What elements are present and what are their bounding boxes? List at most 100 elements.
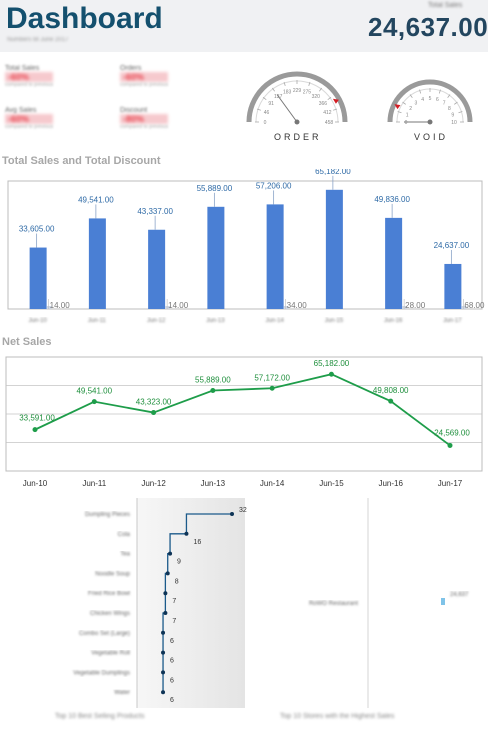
discount-value-label: 34.00 bbox=[287, 301, 308, 310]
products-point bbox=[161, 670, 166, 675]
products-value-label: 9 bbox=[177, 559, 181, 566]
gauge-tick-label: 10 bbox=[451, 120, 457, 126]
x-tick-label: Jun-13 bbox=[206, 318, 225, 324]
x-tick-label: Jun-14 bbox=[265, 318, 284, 324]
products-value-label: 7 bbox=[172, 598, 176, 605]
sales-value-label: 49,541.00 bbox=[78, 195, 114, 204]
gauge-tick-label: 6 bbox=[436, 97, 439, 103]
gauge-tick-label: 2 bbox=[409, 106, 412, 112]
gauge-tick-label: 229 bbox=[293, 88, 302, 94]
net-sales-point bbox=[447, 442, 453, 448]
net-sales-point bbox=[32, 427, 38, 433]
discount-value-label: 14.00 bbox=[50, 301, 71, 310]
sales-bar bbox=[385, 217, 403, 309]
gauge-tick-label: 1 bbox=[406, 113, 409, 119]
products-value-label: 6 bbox=[170, 677, 174, 684]
product-name: Noodle Soup bbox=[95, 571, 130, 577]
x-tick-label: Jun-13 bbox=[201, 479, 226, 488]
kpi-name: Discount bbox=[120, 107, 148, 114]
product-name: Vegetable Roll bbox=[91, 651, 130, 657]
kpi-card: Total Sales -60% compared to previous bbox=[5, 65, 54, 88]
sales-bar bbox=[29, 247, 47, 309]
kpi-value: -80% bbox=[120, 114, 169, 124]
kpi-name: Total Sales bbox=[5, 65, 40, 72]
order-gauge: 04691137183 229 275320366412458 bbox=[246, 71, 348, 126]
x-tick-label: Jun-10 bbox=[28, 318, 47, 324]
x-tick-label: Jun-11 bbox=[82, 479, 106, 488]
x-tick-label: Jun-17 bbox=[438, 479, 463, 488]
net-sales-chart: 33,591.00 Jun-10 49,541.00 Jun-11 43,323.00 J… bbox=[5, 356, 483, 488]
gauge-tick-label: 91 bbox=[268, 101, 274, 107]
net-sales-value-label: 57,172.00 bbox=[254, 373, 290, 382]
kpi-value: -60% bbox=[5, 114, 54, 124]
page-subtitle: Numbers till June 2017 bbox=[7, 37, 69, 43]
gauge-tick-label: 46 bbox=[264, 110, 270, 116]
sales-value-label: 43,337.00 bbox=[137, 207, 173, 216]
sales-bar bbox=[444, 263, 462, 309]
product-name: Dumpling Pieces bbox=[85, 512, 130, 518]
products-value-label: 16 bbox=[193, 539, 201, 546]
x-tick-label: Jun-15 bbox=[325, 318, 344, 324]
gauge-tick-label: 0 bbox=[264, 120, 267, 126]
sales-value-label: 49,836.00 bbox=[374, 195, 410, 204]
net-sales-value-label: 24,569.00 bbox=[434, 428, 470, 437]
gauge-tick-label: 320 bbox=[312, 94, 321, 100]
top-products-chart: 32 Dumpling Pieces 16 Cola 9 Tea 8 Noodle Soup 7… bbox=[73, 498, 247, 708]
gauge-needle bbox=[276, 94, 298, 123]
gauge-tick-label: 458 bbox=[325, 120, 334, 126]
top-stores-chart: RoWO Restaurant 24,637 bbox=[309, 498, 469, 708]
gauge-hub bbox=[294, 119, 300, 125]
gauge-tick-label: 4 bbox=[421, 97, 424, 103]
gauge-tick-label: 0 bbox=[405, 120, 408, 126]
discount-value-label: 68.00 bbox=[464, 301, 485, 310]
x-tick-label: Jun-17 bbox=[443, 318, 462, 324]
gauge-tick-label: 3 bbox=[415, 101, 418, 107]
product-name: Chicken Wings bbox=[90, 611, 130, 617]
kpi-name: Avg Sales bbox=[5, 107, 37, 114]
product-name: Combo Set (Large) bbox=[79, 631, 130, 637]
net-sales-value-label: 65,182.00 bbox=[314, 359, 350, 368]
sales-bar bbox=[207, 206, 225, 309]
x-tick-label: Jun-12 bbox=[141, 479, 166, 488]
void-gauge: 01234 5 678910 bbox=[387, 79, 473, 126]
sales-discount-chart: 33,605.00 14.00 Jun-10 49,541.00 Jun-11 43,33… bbox=[7, 169, 485, 324]
product-name: Tea bbox=[120, 552, 130, 558]
net-sales-point bbox=[91, 399, 97, 405]
sales-value-label: 65,182.00 bbox=[315, 169, 351, 176]
page-title: Dashboard bbox=[6, 2, 163, 35]
sales-bar bbox=[88, 218, 106, 309]
products-value-label: 6 bbox=[170, 658, 174, 665]
sales-value-label: 57,206.00 bbox=[256, 181, 292, 190]
gauge-tick-label: 5 bbox=[429, 96, 432, 102]
gauge-tick-label: 183 bbox=[283, 90, 292, 96]
sales-chart-title: Total Sales and Total Discount bbox=[2, 155, 161, 167]
products-point bbox=[168, 551, 173, 556]
gauge-tick-label: 8 bbox=[448, 106, 451, 112]
sales-bar bbox=[325, 189, 343, 309]
product-name: Vegetable Dumplings bbox=[73, 670, 130, 676]
x-tick-label: Jun-16 bbox=[384, 318, 403, 324]
x-tick-label: Jun-16 bbox=[378, 479, 403, 488]
gauge-tick-label: 412 bbox=[323, 110, 332, 116]
top-stores-footer: Top 10 Stores with the Highest Sales bbox=[280, 713, 395, 720]
kpi-name: Orders bbox=[120, 65, 142, 72]
gauge-tick-label: 7 bbox=[443, 101, 446, 107]
plot-area bbox=[137, 498, 245, 708]
net-sales-point bbox=[151, 410, 157, 416]
kpi-subtext: compared to previous bbox=[120, 82, 169, 88]
x-tick-label: Jun-10 bbox=[23, 479, 48, 488]
kpi-subtext: compared to previous bbox=[5, 124, 54, 130]
product-name: Cola bbox=[118, 532, 131, 538]
x-tick-label: Jun-15 bbox=[319, 479, 344, 488]
sales-value-label: 33,605.00 bbox=[19, 225, 55, 234]
kpi-card: Discount -80% compared to previous bbox=[120, 107, 169, 130]
store-name: RoWO Restaurant bbox=[309, 601, 358, 607]
products-point bbox=[163, 591, 168, 596]
kpi-card: Orders -60% compared to previous bbox=[120, 65, 169, 88]
sales-bar bbox=[266, 204, 284, 309]
product-name: Fried Rice Bowl bbox=[88, 591, 130, 597]
sales-value-label: 55,889.00 bbox=[197, 184, 233, 193]
discount-value-label: 28.00 bbox=[405, 301, 426, 310]
net-sales-point bbox=[210, 388, 216, 394]
products-value-label: 32 bbox=[239, 507, 247, 514]
